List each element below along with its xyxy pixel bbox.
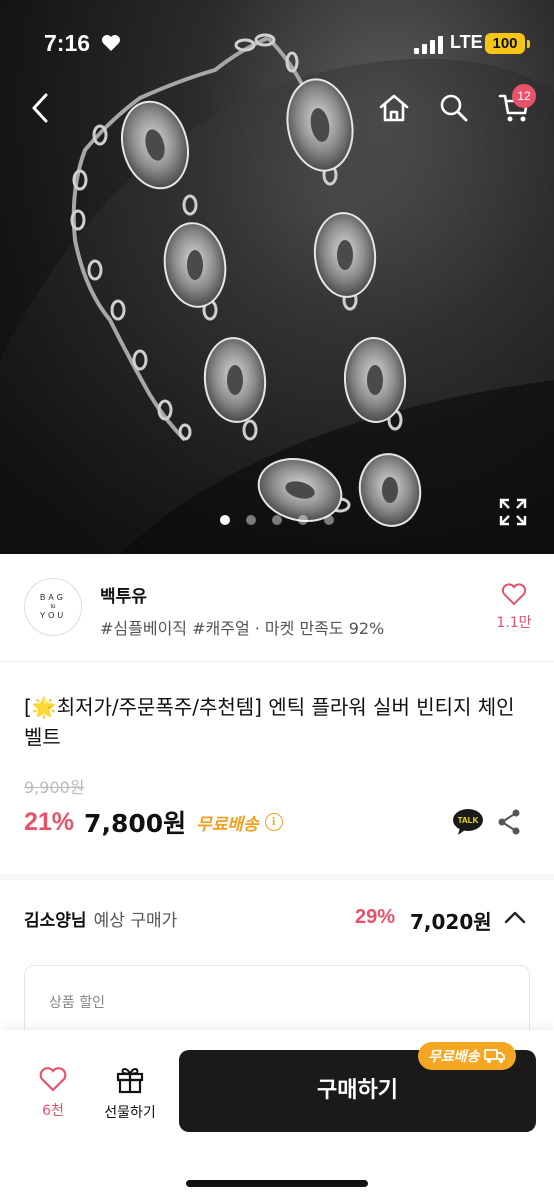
member-price-row[interactable]: 김소양님 예상 구매가 29% 7,020원 [24, 906, 530, 938]
member-expected-price: 7,020원 [410, 910, 492, 934]
search-icon [440, 94, 468, 122]
back-button[interactable] [20, 88, 60, 128]
battery-cap [527, 40, 530, 48]
member-price-label: 예상 구매가 [93, 911, 178, 931]
favorite-seller-button[interactable]: 1.1만 [492, 582, 536, 632]
gallery-pager[interactable] [220, 515, 334, 525]
product-image-gallery[interactable]: 7:16 LTE 100 12 [0, 0, 554, 554]
like-count: 6천 [42, 1103, 64, 1119]
gift-button[interactable]: 선물하기 [96, 1064, 164, 1122]
gift-icon [116, 1068, 144, 1094]
seller-tags: #심플베이직 #캐주얼 · 마켓 만족도 92% [100, 619, 385, 638]
logo-line-3: YOU [39, 611, 67, 620]
pager-dot[interactable] [324, 515, 334, 525]
home-indicator [186, 1180, 368, 1187]
discount-rate: 21% [24, 807, 75, 836]
seller-row[interactable]: BAG to YOU 백투유 #심플베이직 #캐주얼 · 마켓 만족도 92% … [0, 554, 554, 662]
share-icon[interactable] [496, 808, 522, 836]
pager-dot[interactable] [298, 515, 308, 525]
product-discount-label: 상품 할인 [49, 995, 105, 1011]
logo-line-2: to [50, 604, 56, 610]
like-button[interactable]: 6천 [30, 1066, 76, 1120]
kakao-talk-icon[interactable]: TALK [452, 808, 484, 836]
cart-count-badge: 12 [512, 84, 536, 108]
battery-icon: 100 [485, 33, 525, 54]
back-arrow-icon [32, 93, 48, 123]
info-icon[interactable]: i [264, 813, 283, 831]
search-button[interactable] [434, 88, 474, 128]
heart-status-icon [102, 35, 120, 51]
free-shipping-label: 무료배송 [196, 814, 259, 835]
logo-line-1: BAG [40, 593, 66, 602]
truck-icon [483, 1049, 505, 1063]
price-row: 21% 7,800원 무료배송 i [24, 804, 283, 840]
bottom-action-bar: 6천 선물하기 구매하기 무료배송 [0, 1030, 554, 1200]
chevron-up-icon[interactable] [504, 910, 526, 924]
signal-icon [414, 36, 443, 54]
free-shipping-badge: 무료배송 [418, 1042, 516, 1070]
section-divider [0, 874, 554, 880]
member-name: 김소양님 [24, 911, 87, 931]
product-title: [🌟최저가/주문폭주/추천템] 엔틱 플라워 실버 빈티지 체인 벨트 [24, 695, 515, 749]
pager-dot[interactable] [220, 515, 230, 525]
pager-dot[interactable] [272, 515, 282, 525]
fullscreen-icon[interactable] [498, 497, 528, 527]
favorite-count: 1.1만 [496, 615, 532, 631]
heart-outline-icon [501, 583, 527, 606]
status-bar: 7:16 LTE 100 [0, 0, 554, 80]
home-button[interactable] [374, 88, 414, 128]
seller-name[interactable]: 백투유 [100, 582, 147, 607]
seller-logo[interactable]: BAG to YOU [24, 578, 82, 636]
pager-dot[interactable] [246, 515, 256, 525]
member-discount-rate: 29% [355, 906, 396, 928]
sale-price: 7,800원 [84, 809, 187, 838]
talk-label: TALK [458, 816, 479, 825]
product-photo [0, 33, 554, 554]
home-icon [379, 94, 409, 122]
shipping-badge-label: 무료배송 [428, 1049, 480, 1065]
status-time: 7:16 [44, 30, 91, 56]
gift-label: 선물하기 [104, 1105, 156, 1121]
network-type: LTE [450, 32, 483, 52]
original-price: 9,900원 [24, 778, 85, 797]
heart-outline-icon [39, 1067, 67, 1092]
